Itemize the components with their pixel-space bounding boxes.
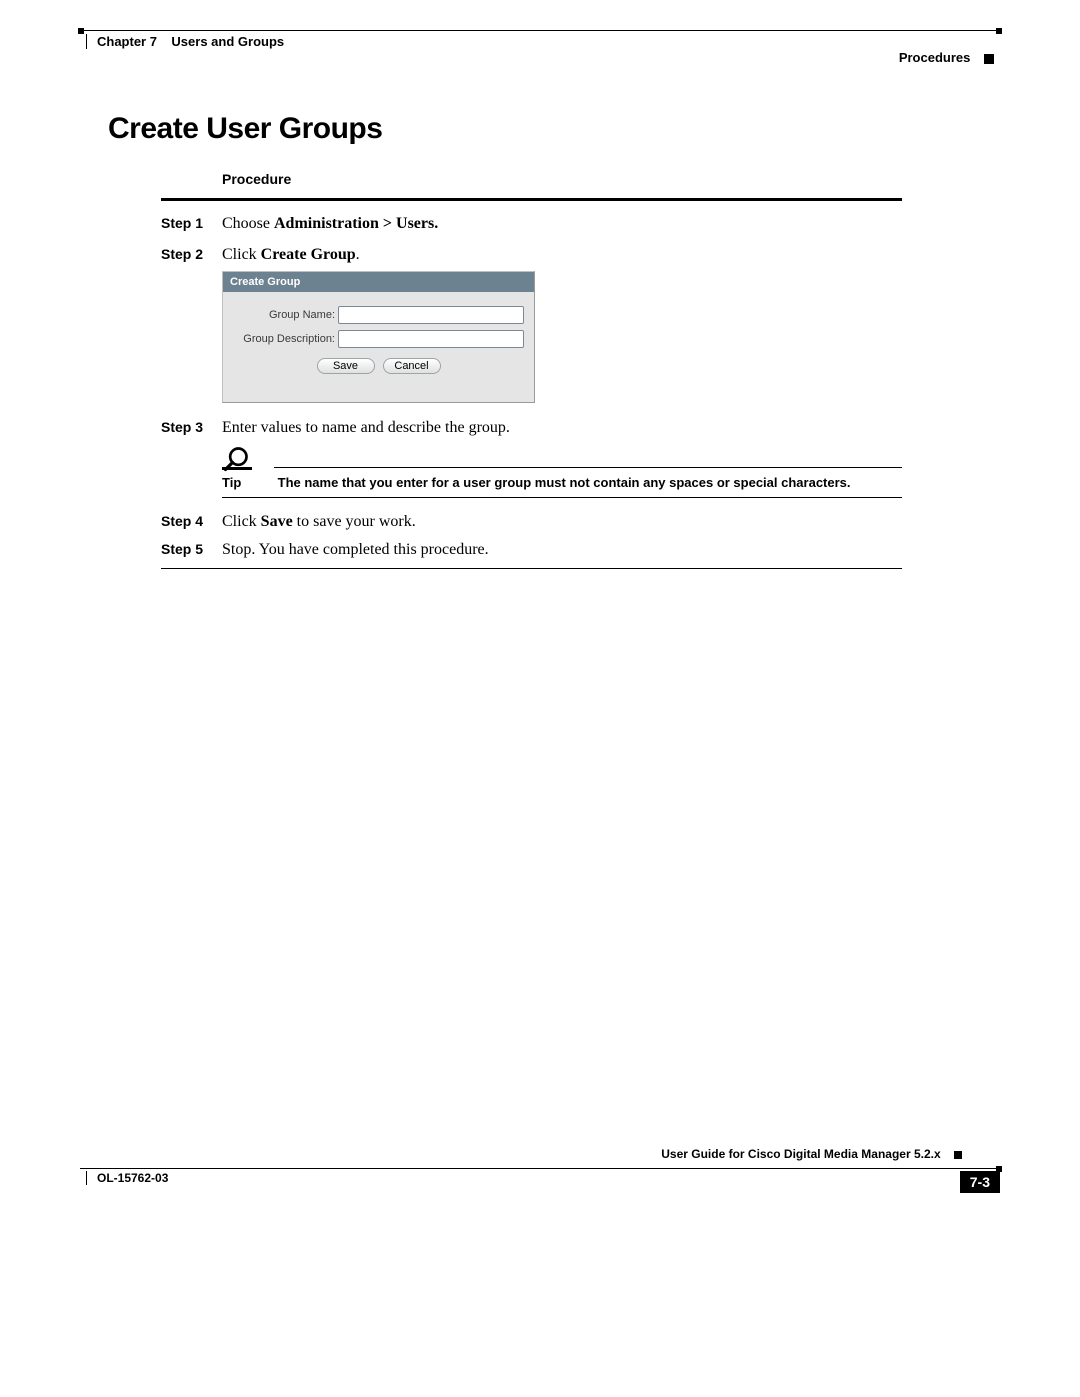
- step5-body: Stop. You have completed this procedure.: [222, 540, 902, 561]
- tip-label: Tip: [222, 475, 274, 490]
- step1-bold: Administration > Users.: [274, 215, 438, 232]
- section-box-icon: [984, 54, 994, 64]
- header-chapter: Chapter 7 Users and Groups: [86, 34, 284, 49]
- tip-top-rule: [274, 467, 902, 468]
- step5-label: Step 5: [161, 541, 203, 557]
- dialog-button-row: Save Cancel: [233, 358, 524, 374]
- group-desc-label: Group Description:: [233, 333, 338, 345]
- procedure-bottom-rule: [161, 568, 902, 569]
- step2-suffix: .: [356, 246, 360, 263]
- tip-text-row: Tip The name that you enter for a user g…: [222, 475, 902, 490]
- step4-prefix: Click: [222, 513, 261, 530]
- procedure-heading: Procedure: [222, 171, 291, 187]
- header-section: Procedures: [899, 50, 994, 65]
- group-desc-input[interactable]: [338, 330, 524, 348]
- footer-rule: [80, 1168, 1000, 1169]
- cancel-button[interactable]: Cancel: [383, 358, 441, 374]
- step2-label: Step 2: [161, 246, 203, 262]
- step1-label: Step 1: [161, 215, 203, 231]
- tip-body: The name that you enter for a user group…: [278, 475, 851, 490]
- tip-bottom-rule: [222, 497, 902, 498]
- footer-guide-text: User Guide for Cisco Digital Media Manag…: [661, 1147, 940, 1161]
- page-number: 7-3: [960, 1171, 1000, 1193]
- footer-guide: User Guide for Cisco Digital Media Manag…: [661, 1147, 962, 1161]
- group-desc-row: Group Description:: [233, 330, 524, 348]
- step1-prefix: Choose: [222, 215, 274, 232]
- group-name-input[interactable]: [338, 306, 524, 324]
- header-rule: [80, 30, 1000, 31]
- step3-body: Enter values to name and describe the gr…: [222, 418, 902, 439]
- step4-bold: Save: [261, 513, 293, 530]
- step1-body: Choose Administration > Users.: [222, 214, 902, 235]
- footer-docnum: OL-15762-03: [86, 1171, 168, 1185]
- step2-bold: Create Group: [261, 246, 356, 263]
- dialog-body: Group Name: Group Description: Save Canc…: [223, 292, 534, 402]
- chapter-title: Users and Groups: [171, 34, 284, 49]
- section-label: Procedures: [899, 50, 971, 65]
- tip-icon-underline: [222, 467, 252, 470]
- step2-prefix: Click: [222, 246, 261, 263]
- save-button[interactable]: Save: [317, 358, 375, 374]
- step4-suffix: to save your work.: [293, 513, 416, 530]
- step2-body: Click Create Group.: [222, 245, 902, 266]
- group-name-label: Group Name:: [233, 309, 338, 321]
- step4-label: Step 4: [161, 513, 203, 529]
- step3-label: Step 3: [161, 419, 203, 435]
- create-group-dialog: Create Group Group Name: Group Descripti…: [222, 271, 535, 403]
- procedure-top-rule: [161, 198, 902, 201]
- step4-body: Click Save to save your work.: [222, 512, 902, 533]
- footer-guide-box-icon: [954, 1151, 962, 1159]
- dialog-title: Create Group: [223, 272, 534, 292]
- page-title: Create User Groups: [108, 112, 382, 146]
- group-name-row: Group Name:: [233, 306, 524, 324]
- chapter-num: Chapter 7: [97, 34, 157, 49]
